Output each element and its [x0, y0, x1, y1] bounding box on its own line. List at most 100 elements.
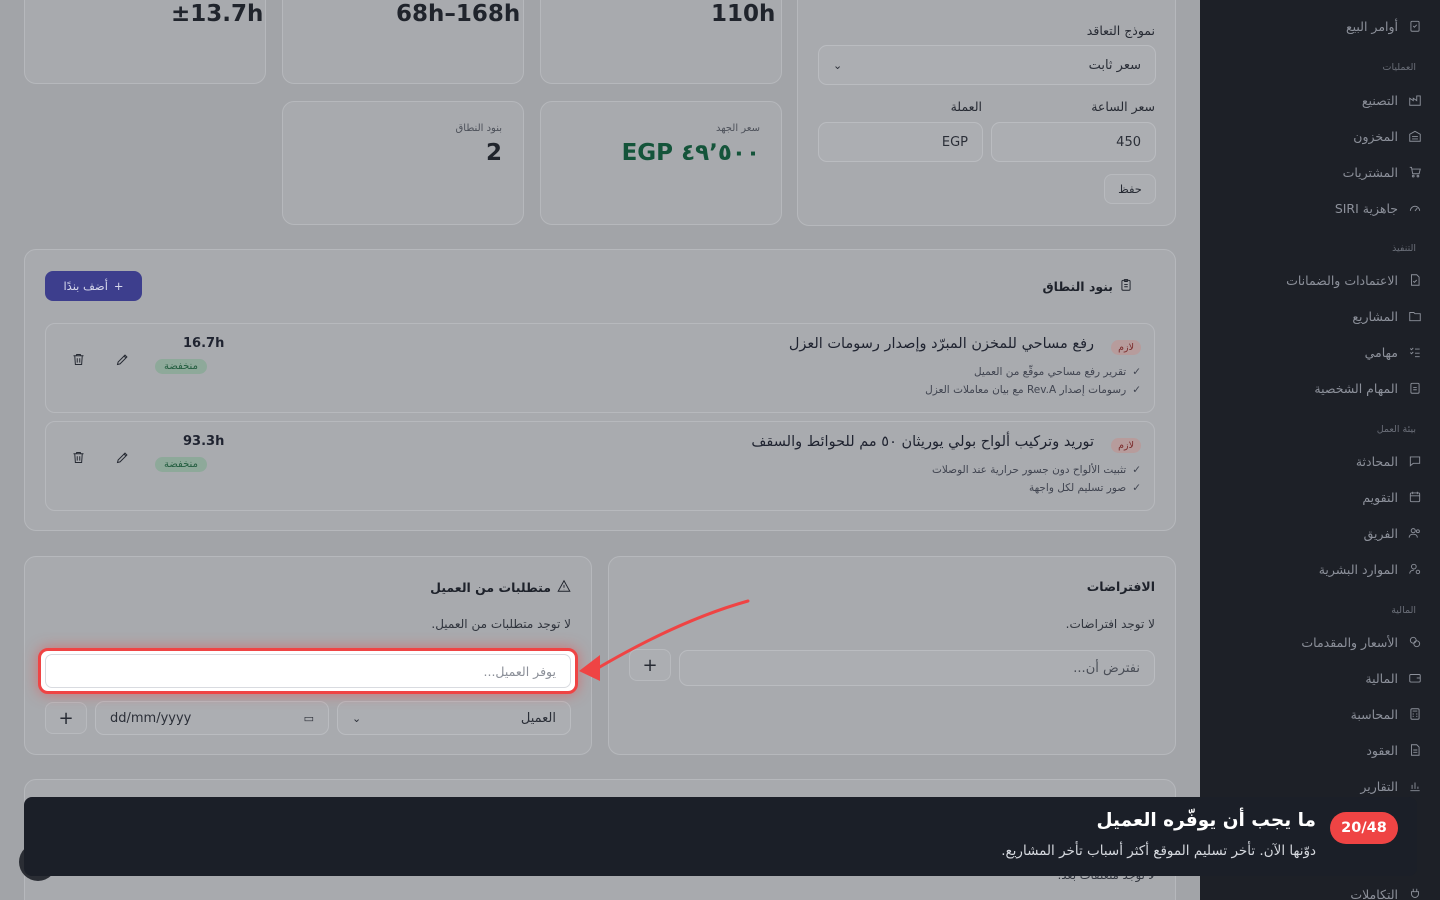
calendar-icon: [1408, 490, 1422, 504]
chevron-down-icon: ⌄: [352, 711, 362, 725]
scope-item-title: رفع مساحي للمخزن المبرّد وإصدار رسومات ا…: [788, 336, 1094, 352]
sidebar-item-siri-readiness[interactable]: جاهزية SIRI: [1212, 196, 1422, 220]
stat-card-scope-items: بنود النطاق 2: [282, 101, 524, 225]
stat-card-variance: ±13.7h: [24, 0, 266, 84]
toast-title: ما يجب أن يوفّره العميل: [1096, 810, 1316, 831]
due-date-placeholder: dd/mm/yyyy: [110, 710, 192, 726]
user-gear-icon: [1408, 562, 1422, 576]
assumption-input[interactable]: نفترض أن...: [679, 650, 1155, 686]
scope-title-text: بنود النطاق: [1042, 279, 1113, 294]
due-date-input[interactable]: dd/mm/yyyy ▭: [95, 701, 329, 735]
scope-item-hours: 16.7h: [183, 336, 225, 351]
folder-icon: [1408, 309, 1422, 323]
sidebar-group-label: بيئة العمل: [1376, 424, 1416, 435]
risk-badge: منخفضة: [155, 457, 207, 472]
sidebar-item-finance[interactable]: المالية: [1212, 666, 1422, 690]
sidebar-item-approvals[interactable]: الاعتمادات والضمانات: [1212, 268, 1422, 292]
calculator-icon: [1408, 707, 1422, 721]
step-counter-badge: 20/48: [1330, 812, 1398, 844]
add-assumption-button[interactable]: +: [629, 649, 671, 681]
sidebar-item-sales-orders[interactable]: أوامر البيع: [1212, 14, 1422, 38]
add-scope-item-label: أضف بندًا: [63, 279, 108, 293]
contract-model-value: سعر ثابت: [1088, 57, 1141, 73]
users-icon: [1408, 526, 1422, 540]
contract-model-select[interactable]: سعر ثابت ⌄: [818, 45, 1156, 85]
sidebar-item-label: الاعتمادات والضمانات: [1286, 272, 1398, 288]
sidebar-item-hr[interactable]: الموارد البشرية: [1212, 557, 1422, 581]
sidebar-item-inventory[interactable]: المخزون: [1212, 124, 1422, 148]
sidebar-item-label: الفريق: [1363, 525, 1398, 541]
edit-button[interactable]: [112, 447, 132, 467]
toast-body: دوّنها الآن. تأخر تسليم الموقع أكثر أسبا…: [1001, 843, 1316, 859]
check-icon: ✓: [1132, 366, 1141, 378]
check-icon: ✓: [1132, 384, 1141, 396]
scope-item-row[interactable]: لازم توريد وتركيب ألواح بولي يوريثان ٥٠ …: [45, 421, 1155, 511]
sidebar-item-contracts[interactable]: العقود: [1212, 738, 1422, 762]
sidebar-item-label: الموارد البشرية: [1318, 561, 1398, 577]
sidebar-item-label: المخزون: [1353, 128, 1398, 144]
sidebar-item-label: المحادثة: [1355, 453, 1398, 469]
factory-icon: [1408, 93, 1422, 107]
effort-price-label: سعر الجهد: [715, 123, 760, 134]
scope-item-row[interactable]: لازم رفع مساحي للمخزن المبرّد وإصدار رسو…: [45, 323, 1155, 413]
scope-item-bullet: ✓ تثبيت الألواح دون جسور حرارية عند الوصل…: [932, 464, 1141, 476]
sidebar-item-label: المشتريات: [1342, 164, 1398, 180]
delete-button[interactable]: [68, 349, 88, 369]
cart-icon: [1408, 165, 1422, 179]
assumptions-empty-text: لا توجد افتراضات.: [1065, 617, 1155, 631]
hour-rate-input[interactable]: 450: [991, 122, 1156, 162]
sidebar-item-label: التقارير: [1360, 778, 1398, 794]
coins-icon: [1408, 635, 1422, 649]
contract-model-label: نموذج التعاقد: [1086, 23, 1155, 38]
effort-price-value: EGP ٤٩٬٥٠٠: [621, 140, 760, 166]
chevron-down-icon: ⌄: [833, 58, 843, 72]
add-client-requirement-button[interactable]: +: [45, 702, 87, 734]
sidebar-item-label: المهام الشخصية: [1314, 380, 1398, 396]
sidebar-item-label: التصنيع: [1361, 92, 1398, 108]
assumptions-title: الافتراضات: [1086, 579, 1155, 594]
sidebar-item-purchases[interactable]: المشتريات: [1212, 160, 1422, 184]
plus-icon: +: [113, 279, 124, 293]
sidebar-item-manufacturing[interactable]: التصنيع: [1212, 88, 1422, 112]
edit-button[interactable]: [112, 349, 132, 369]
sidebar-item-label: المحاسبة: [1350, 706, 1398, 722]
scope-section-title: بنود النطاق: [1042, 278, 1133, 295]
sidebar-item-reports[interactable]: التقارير: [1212, 774, 1422, 798]
add-scope-item-button[interactable]: + أضف بندًا: [45, 271, 142, 301]
sidebar-item-label: المشاريع: [1352, 308, 1398, 324]
scope-item-title: توريد وتركيب ألواح بولي يوريثان ٥٠ مم لل…: [751, 434, 1094, 450]
client-owner-select[interactable]: العميل ⌄: [337, 701, 571, 735]
save-button[interactable]: حفظ: [1104, 174, 1156, 204]
document-check-icon: [1408, 273, 1422, 287]
sidebar-item-projects[interactable]: المشاريع: [1212, 304, 1422, 328]
currency-input[interactable]: EGP: [818, 122, 983, 162]
sidebar-item-quotes[interactable]: الأسعار والمقدمات: [1212, 630, 1422, 654]
contract-card: نموذج التعاقد سعر ثابت ⌄ سعر الساعة العم…: [797, 0, 1176, 226]
stat-card-range: 68h–168h: [282, 0, 524, 84]
sidebar-item-label: المالية: [1365, 670, 1398, 686]
sidebar-item-integrations[interactable]: التكاملات: [1212, 882, 1422, 900]
required-badge: لازم: [1111, 340, 1141, 355]
sidebar-item-label: التكاملات: [1350, 886, 1398, 900]
sidebar-item-my-tasks[interactable]: مهامي: [1212, 340, 1422, 364]
pencil-icon: [116, 353, 128, 365]
sidebar-item-calendar[interactable]: التقويم: [1212, 485, 1422, 509]
client-requirements-title-text: متطلبات من العميل: [430, 580, 551, 595]
stat-card-effort-price: سعر الجهد EGP ٤٩٬٥٠٠: [540, 101, 782, 225]
pencil-icon: [116, 451, 128, 463]
sidebar-item-accounting[interactable]: المحاسبة: [1212, 702, 1422, 726]
bar-chart-icon: [1408, 779, 1422, 793]
sidebar-item-team[interactable]: الفريق: [1212, 521, 1422, 545]
sidebar-item-personal-tasks[interactable]: المهام الشخصية: [1212, 376, 1422, 400]
plug-icon: [1408, 887, 1422, 900]
delete-button[interactable]: [68, 447, 88, 467]
clipboard-icon: [1119, 278, 1133, 295]
client-requirements-title: متطلبات من العميل: [430, 579, 571, 596]
client-requirement-input[interactable]: يوفر العميل...: [45, 654, 571, 688]
warehouse-icon: [1408, 129, 1422, 143]
sidebar-item-chat[interactable]: المحادثة: [1212, 449, 1422, 473]
stat-card-hours: 110h: [540, 0, 782, 84]
trash-icon: [73, 451, 83, 463]
scope-items-value: 2: [485, 140, 502, 166]
clipboard-icon: [1408, 381, 1422, 395]
